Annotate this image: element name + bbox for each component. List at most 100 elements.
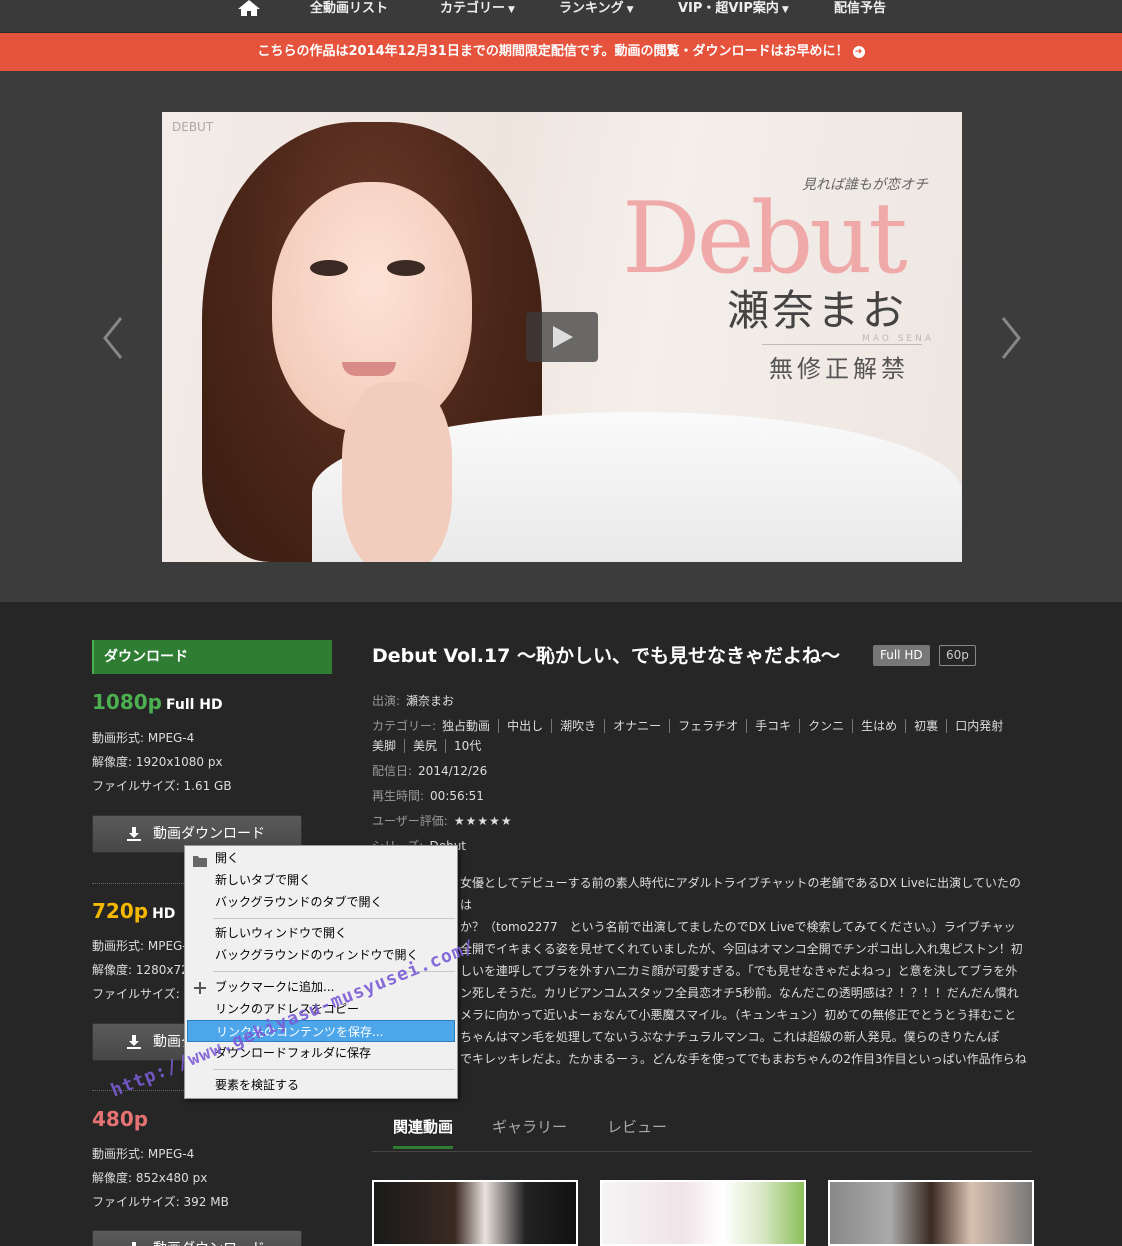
meta-date-label: 配信日: [372, 764, 413, 778]
res-1080p-label: 1080p [92, 690, 162, 714]
category-link[interactable]: オナニー [604, 719, 670, 733]
meta-rating-label: ユーザー評価: [372, 814, 448, 828]
download-button-label: 動画ダウンロード [153, 826, 265, 842]
spec-filesize: ファイルサイズ: 1.61 GB [92, 779, 232, 793]
description-line: ン死しそうだ。カリビアンコムスタッフ全員恋オチ5秒前。なんだこの透明感は？！？！… [460, 986, 1019, 1000]
chevron-right-icon[interactable] [999, 316, 1023, 360]
download-button-label: 動画ダウンロード [153, 1241, 265, 1246]
menu-item-open[interactable]: 開く [187, 847, 455, 869]
nav-ranking-label: ランキング [559, 1, 624, 16]
thumbnail-eye-left [310, 260, 348, 276]
tab-gallery[interactable]: ギャラリー [492, 1116, 567, 1137]
hero-name-en: MAO SENA [862, 334, 934, 344]
nav-category[interactable]: カテゴリー ▼ [440, 0, 515, 16]
category-link[interactable]: フェラチオ [669, 719, 747, 733]
tab-review[interactable]: レビュー [607, 1116, 667, 1137]
spec-filesize: ファイルサイズ: [92, 987, 180, 1001]
notice-bar[interactable]: こちらの作品は2014年12月31日までの期間限定配信です。動画の閲覧・ダウンロ… [0, 33, 1122, 71]
star-rating-icon: ★★★★★ [453, 814, 513, 828]
meta-duration-label: 再生時間: [372, 789, 425, 803]
res-1080p: 1080p Full HD [92, 690, 223, 714]
nav-ranking[interactable]: ランキング ▼ [559, 0, 634, 16]
movie-title: Debut Vol.17 ～恥かしい、でも見せなきゃだよね～ [372, 645, 840, 667]
hero-rule [762, 344, 922, 345]
menu-item-inspect[interactable]: 要素を検証する [187, 1074, 455, 1096]
category-link[interactable]: 初裏 [905, 719, 947, 733]
category-link[interactable]: 美尻 [404, 739, 446, 753]
category-link[interactable]: 生はめ [852, 719, 906, 733]
movie-description: 女優としてデビューする前の素人時代にアダルトライブチャットの老舗であるDX Li… [372, 872, 1032, 1070]
meta-date-value: 2014/12/26 [418, 764, 488, 778]
description-line: 女優としてデビューする前の素人時代にアダルトライブチャットの老舗であるDX Li… [460, 876, 1021, 912]
related-thumbnail[interactable] [828, 1180, 1034, 1246]
spec-resolution: 解像度: 852x480 px [92, 1171, 208, 1185]
category-link[interactable]: 潮吹き [551, 719, 605, 733]
category-link[interactable]: 美脚 [372, 739, 404, 753]
res-720p-label: 720p [92, 899, 149, 923]
meta-cast: 出演: 瀬奈まお [372, 692, 454, 709]
notice-text: こちらの作品は2014年12月31日までの期間限定配信です。動画の閲覧・ダウンロ… [257, 44, 849, 59]
hero-tagline: 見れば誰もが恋オチ [802, 177, 928, 193]
menu-item-open-new-tab[interactable]: 新しいタブで開く [187, 869, 455, 891]
play-button-icon[interactable] [526, 312, 598, 362]
spec-resolution: 解像度: 1920x1080 px [92, 755, 223, 769]
meta-cast-label: 出演: [372, 694, 401, 708]
site-logo: DEBUT [172, 120, 214, 134]
meta-rating: ユーザー評価: ★★★★★ [372, 812, 513, 829]
category-link[interactable]: 10代 [445, 739, 490, 753]
chevron-left-icon[interactable] [101, 316, 125, 360]
res-720p-tag: HD [152, 906, 176, 922]
cast-link[interactable]: 瀬奈まお [406, 694, 454, 708]
related-thumbnail[interactable] [600, 1180, 806, 1246]
description-line: メラに向かって近いよーぉなんて小悪魔スマイル。（キュンキュン）初めての無修正でと… [460, 1008, 1017, 1022]
spec-format: 動画形式: MPEG-4 [92, 939, 195, 953]
meta-date: 配信日: 2014/12/26 [372, 762, 487, 779]
badge-fps: 60p [939, 645, 976, 666]
thumbnail-eye-right [387, 260, 425, 276]
meta-duration-value: 00:56:51 [430, 789, 484, 803]
tab-bar: 関連動画 ギャラリー レビュー [372, 1108, 1032, 1152]
nav-vip-label: VIP・超VIP案内 [678, 1, 779, 16]
res-720p: 720p HD [92, 899, 175, 923]
download-icon [127, 1035, 141, 1049]
category-label: カテゴリー: [372, 719, 437, 733]
arrow-right-icon: ➜ [852, 45, 865, 58]
description-line: ちゃんはマン毛を処理してないうぶなナチュラルマンコ。これは超級の新人発見。僕らの… [460, 1030, 1000, 1044]
nav-category-label: カテゴリー [440, 1, 506, 16]
download-header: ダウンロード [92, 640, 332, 674]
home-icon[interactable] [238, 0, 260, 16]
chevron-down-icon: ▼ [626, 5, 634, 15]
nav-vip[interactable]: VIP・超VIP案内 ▼ [678, 0, 789, 16]
hero-subtitle: 無修正解禁 [769, 355, 909, 383]
menu-separator [213, 918, 455, 919]
thumbnail-mouth [342, 362, 396, 376]
hero-name: 瀬奈まお [727, 286, 908, 335]
description-line: か？（tomo2277 という名前で出演してましたのでDX Liveで検索してみ… [460, 920, 1016, 934]
nav-schedule[interactable]: 配信予告 [834, 0, 886, 16]
meta-duration: 再生時間: 00:56:51 [372, 787, 484, 804]
hero-section: DEBUT Debut 見れば誰もが恋オチ 瀬奈まお MAO SENA 無修正解… [0, 71, 1122, 602]
chevron-down-icon: ▼ [781, 5, 789, 15]
category-link[interactable]: クンニ [799, 719, 853, 733]
description-line: しいを連呼してブラを外すハニカミ顔が可愛すぎる。「でも見せなきゃだよねっ」と意を… [460, 964, 1018, 978]
meta-categories: カテゴリー: 独占動画 中出し 潮吹き オナニー フェラチオ 手コキ クンニ 生はめ 初裏 口内発射… [372, 716, 1032, 756]
category-link[interactable]: 手コキ [746, 719, 800, 733]
res-1080p-tag: Full HD [165, 697, 223, 713]
download-button-480p[interactable]: 動画ダウンロード [92, 1230, 302, 1246]
category-link[interactable]: 中出し [498, 719, 552, 733]
description-line: でキレッキレだよ。たかまるーぅ。どんな手を使ってでもまおちゃんの2作目3作目とい… [460, 1052, 1027, 1066]
menu-item-open-background-tab[interactable]: バックグラウンドのタブで開く [187, 891, 455, 913]
download-icon [132, 1242, 136, 1246]
spec-format: 動画形式: MPEG-4 [92, 731, 195, 745]
spec-format: 動画形式: MPEG-4 [92, 1147, 195, 1161]
thumbnail-arm [342, 382, 452, 562]
menu-separator [213, 1069, 455, 1070]
tab-related[interactable]: 関連動画 [393, 1116, 454, 1149]
res-480p-label: 480p [92, 1107, 149, 1131]
related-thumbnail[interactable] [372, 1180, 578, 1246]
nav-all-videos[interactable]: 全動画リスト [310, 0, 388, 16]
category-link[interactable]: 口内発射 [946, 719, 1012, 733]
res-480p: 480p [92, 1107, 148, 1131]
category-link[interactable]: 独占動画 [438, 719, 498, 733]
menu-item-open-new-window[interactable]: 新しいウィンドウで開く [187, 922, 455, 944]
